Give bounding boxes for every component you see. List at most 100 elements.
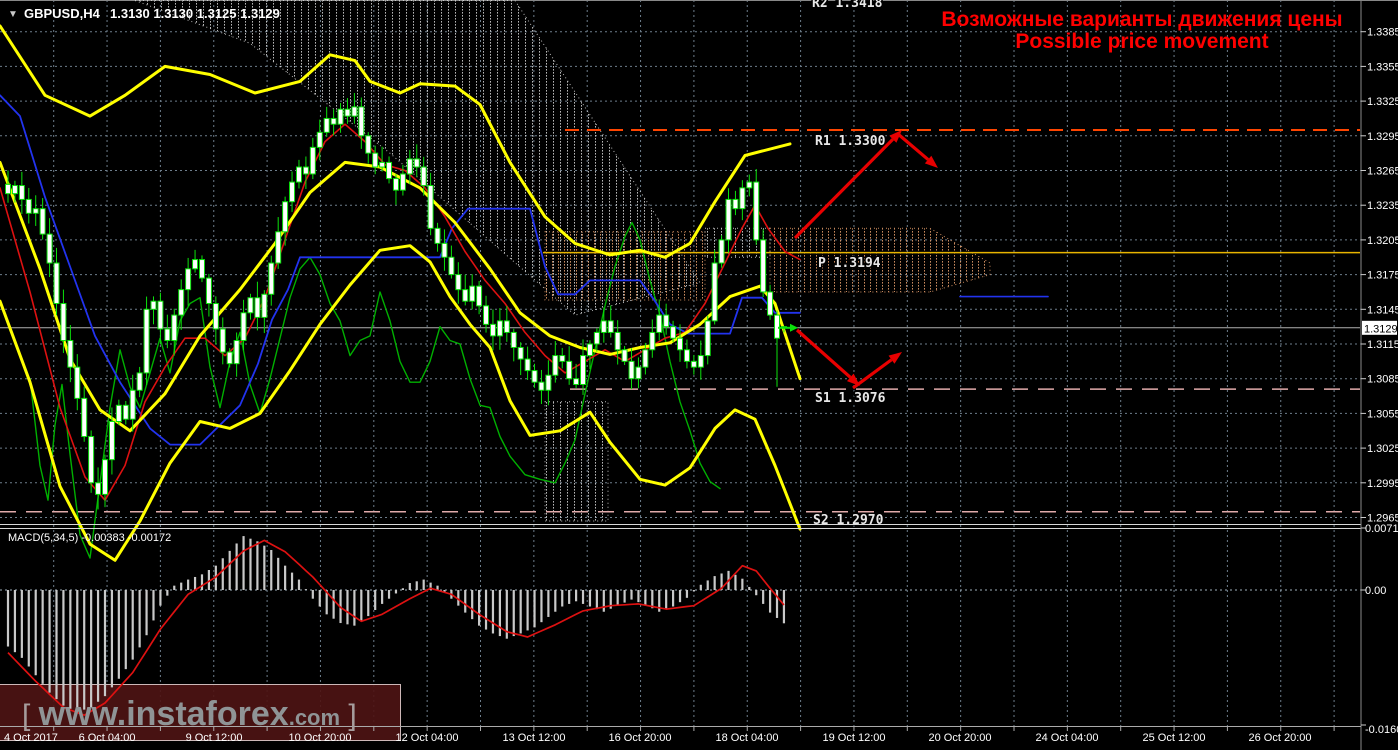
- time-axis-label: 6 Oct 04:00: [79, 732, 136, 744]
- watermark-bracket-left: [: [22, 699, 39, 732]
- candle-body: [330, 117, 337, 125]
- candle-body: [510, 331, 517, 348]
- candle-body: [586, 343, 593, 357]
- price-axis-label: 1.3205: [1367, 235, 1398, 247]
- price-axis-label: 1.3025: [1367, 443, 1398, 455]
- candle-body: [455, 274, 462, 291]
- time-axis-label: 18 Oct 04:00: [716, 732, 779, 744]
- candle-body: [261, 293, 268, 318]
- candle-body: [767, 291, 774, 316]
- candle-body: [649, 331, 656, 351]
- candle-body: [774, 314, 781, 339]
- price-axis-label: 1.3265: [1367, 166, 1398, 178]
- mt4-chart-window: R2 1.3418 R1 1.3300 P 1.3194 S1 1.3076 S2 1.…: [0, 0, 1398, 750]
- candle-body: [732, 198, 739, 210]
- candle-body: [441, 242, 448, 258]
- time-axis-label: 24 Oct 04:00: [1036, 732, 1099, 744]
- candle-body: [136, 372, 143, 391]
- candle-body: [358, 106, 365, 137]
- candle-body: [247, 297, 254, 314]
- candle-body: [212, 303, 219, 330]
- macd-axis-label: 0.00713: [1365, 523, 1398, 535]
- pivot-label-s1: S1 1.3076: [815, 391, 886, 406]
- candle-body: [192, 259, 199, 270]
- candle-body: [656, 314, 663, 333]
- candle-body: [476, 285, 483, 307]
- time-axis-label: 13 Oct 12:00: [503, 732, 566, 744]
- candle-body: [739, 187, 746, 210]
- candle-body: [337, 108, 344, 125]
- current-price-badge-label: 1.3129: [1364, 323, 1398, 335]
- price-axis-label: 1.3325: [1367, 96, 1398, 108]
- candle-body: [427, 185, 434, 229]
- candle-body: [697, 355, 704, 368]
- macd-axis-label: -0.01607: [1365, 724, 1398, 736]
- candle-body: [302, 166, 309, 175]
- price-axis-label: 1.3175: [1367, 270, 1398, 282]
- candle-body: [503, 320, 510, 333]
- chart-title-symbol: GBPUSD,H4: [24, 6, 101, 21]
- candle-body: [46, 233, 53, 264]
- candle-body: [545, 374, 552, 391]
- candle-body: [95, 482, 102, 495]
- candle-body: [746, 181, 753, 189]
- candle-body: [309, 146, 316, 175]
- candle-body: [219, 328, 226, 353]
- candle-body: [157, 300, 164, 330]
- candle-body: [74, 366, 81, 399]
- candle-body: [614, 331, 621, 351]
- candle-body: [621, 349, 628, 362]
- candle-body: [60, 303, 67, 342]
- candle-body: [198, 259, 205, 279]
- candle-body: [344, 108, 351, 117]
- price-axis-label: 1.2995: [1367, 478, 1398, 490]
- annotation-text-ru: Возможные варианты движения цены: [941, 8, 1342, 31]
- candle-body: [677, 337, 684, 351]
- time-axis-label: 19 Oct 12:00: [823, 732, 886, 744]
- price-axis-label: 1.3355: [1367, 61, 1398, 73]
- candle-body: [725, 198, 732, 241]
- candle-body: [122, 404, 129, 420]
- time-axis-label: 25 Oct 12:00: [1143, 732, 1206, 744]
- candle-body: [143, 308, 150, 374]
- chart-background: [0, 0, 1398, 750]
- candle-body: [171, 314, 178, 342]
- candle-body: [351, 106, 358, 117]
- candle-body: [295, 166, 302, 183]
- candle-body: [282, 201, 289, 233]
- price-axis-label: 1.3145: [1367, 304, 1398, 316]
- candle-body: [462, 289, 469, 302]
- price-axis-label: 1.3235: [1367, 200, 1398, 212]
- symbol-dropdown-icon[interactable]: ▼: [8, 9, 18, 20]
- time-axis-label: 12 Oct 04:00: [396, 732, 459, 744]
- candle-body: [323, 117, 330, 133]
- candle-body: [406, 158, 413, 175]
- watermark-main: www.instaforex: [38, 695, 289, 733]
- candle-body: [316, 131, 323, 148]
- candle-body: [101, 459, 108, 495]
- candle-body: [573, 378, 580, 385]
- kumo-hatch-mid: [544, 231, 706, 301]
- candle-body: [448, 256, 455, 276]
- candle-body: [538, 381, 545, 391]
- candle-body: [81, 397, 88, 438]
- chart-svg: R2 1.3418 R1 1.3300 P 1.3194 S1 1.3076 S2 1.…: [0, 0, 1398, 750]
- time-axis-label: 16 Oct 20:00: [609, 732, 672, 744]
- candle-body: [559, 355, 566, 362]
- annotation-text-en: Possible price movement: [1015, 30, 1268, 53]
- macd-axis-label: 0.00: [1365, 585, 1386, 597]
- time-axis-label: 9 Oct 12:00: [186, 732, 243, 744]
- candle-body: [233, 340, 240, 365]
- candle-body: [88, 436, 95, 484]
- candle-body: [663, 314, 670, 328]
- candle-body: [683, 349, 690, 362]
- time-axis-label: 4 Oct 2017: [4, 732, 58, 744]
- candle-body: [205, 277, 212, 305]
- candle-body: [150, 300, 157, 310]
- candle-body: [600, 320, 607, 333]
- candle-body: [67, 340, 74, 368]
- time-axis-label: 10 Oct 20:00: [289, 732, 352, 744]
- candle-body: [413, 158, 420, 168]
- time-axis-label: 26 Oct 20:00: [1249, 732, 1312, 744]
- candle-body: [129, 389, 136, 420]
